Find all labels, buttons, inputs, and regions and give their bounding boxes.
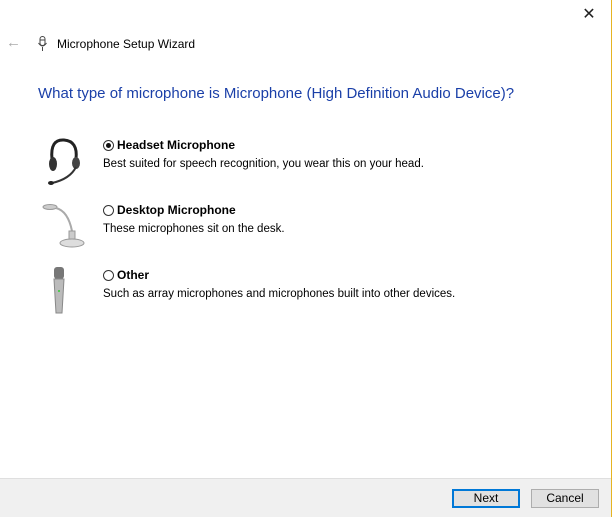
- microphone-icon: [38, 36, 47, 51]
- next-button[interactable]: Next: [452, 489, 520, 508]
- handheld-microphone-icon: [53, 267, 65, 314]
- option-description: Best suited for speech recognition, you …: [103, 158, 424, 170]
- close-icon: ✕: [582, 6, 596, 23]
- desktop-microphone-icon: [42, 204, 85, 248]
- wizard-window: ✕ ← Microphone Setup Wizard What type of…: [0, 0, 612, 517]
- option-label: Other: [117, 268, 150, 282]
- option-label: Headset Microphone: [117, 138, 236, 152]
- radio-headset[interactable]: [103, 140, 114, 151]
- option-description: Such as array microphones and microphone…: [103, 288, 456, 300]
- close-button[interactable]: ✕: [578, 4, 600, 23]
- back-button[interactable]: ←: [6, 34, 21, 51]
- option-headset[interactable]: Headset Microphone Best suited for speec…: [103, 138, 424, 170]
- option-label: Desktop Microphone: [117, 203, 236, 217]
- cancel-button[interactable]: Cancel: [531, 489, 599, 508]
- radio-other[interactable]: [103, 270, 114, 281]
- radio-desktop[interactable]: [103, 205, 114, 216]
- back-arrow-icon: ←: [6, 34, 21, 51]
- option-desktop[interactable]: Desktop Microphone These microphones sit…: [103, 203, 285, 235]
- option-other[interactable]: Other Such as array microphones and micr…: [103, 268, 455, 300]
- headset-icon: [48, 138, 80, 185]
- page-heading: What type of microphone is Microphone (H…: [38, 85, 515, 102]
- window-title: Microphone Setup Wizard: [57, 37, 196, 51]
- option-description: These microphones sit on the desk.: [103, 223, 285, 235]
- button-bar: Next Cancel: [0, 478, 611, 517]
